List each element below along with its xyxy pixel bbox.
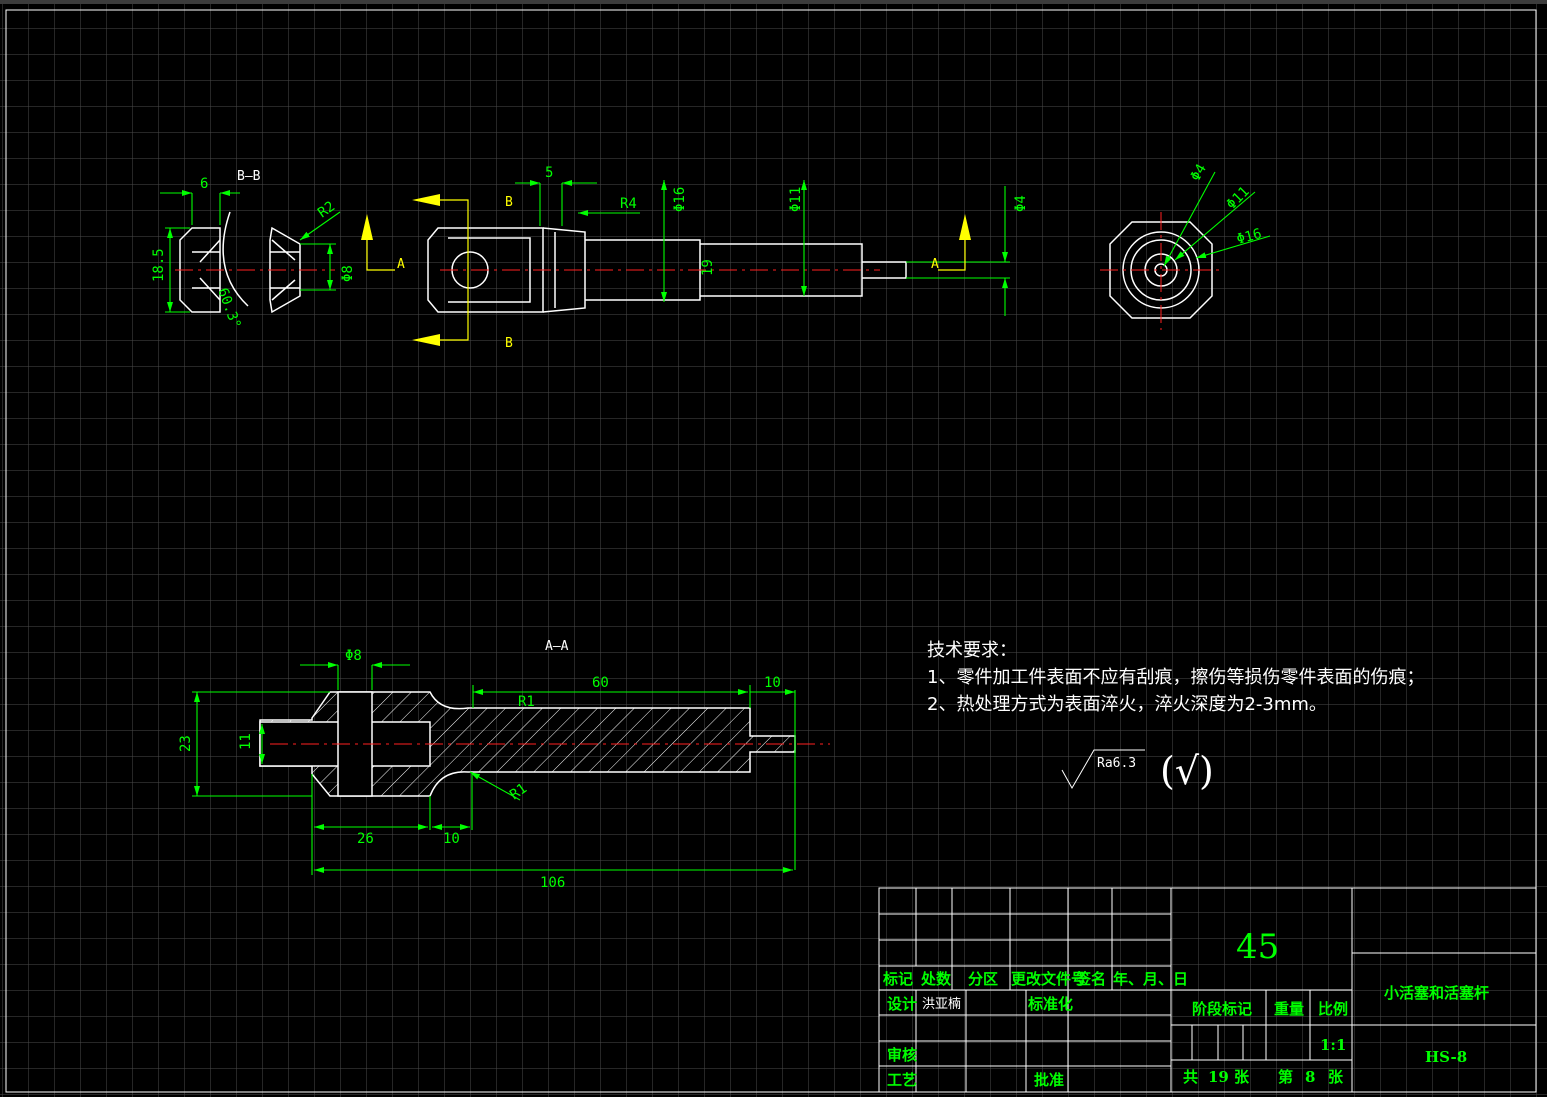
dim-aa-r1-bottom: R1 xyxy=(507,781,530,804)
label-standardization: 标准化 xyxy=(1027,995,1073,1013)
section-bb-label: B—B xyxy=(237,169,261,184)
drawing-number: HS-8 xyxy=(1425,1048,1467,1066)
label-scale: 比例 xyxy=(1318,1000,1348,1018)
dim-main-r4: R4 xyxy=(620,196,637,212)
roughness-other: (√) xyxy=(1160,749,1214,793)
section-aa-label: A—A xyxy=(545,639,569,654)
sheet-unit: 张 xyxy=(1328,1068,1344,1086)
dim-main-phi11: Φ11 xyxy=(788,187,804,212)
dim-aa-26: 26 xyxy=(357,831,374,847)
label-review: 审核 xyxy=(887,1046,917,1064)
roughness-value: Ra6.3 xyxy=(1097,756,1136,771)
dim-end-phi16: Φ16 xyxy=(1235,226,1264,248)
dim-bb-6: 6 xyxy=(200,176,208,192)
label-approve: 批准 xyxy=(1034,1071,1064,1089)
dim-bb-phi8: Φ8 xyxy=(340,265,356,282)
tech-requirement-2: 2、热处理方式为表面淬火，淬火深度为2-3mm。 xyxy=(927,694,1327,715)
dim-aa-10-bottom: 10 xyxy=(443,831,460,847)
dim-aa-106: 106 xyxy=(540,875,565,891)
dim-aa-11: 11 xyxy=(238,733,254,750)
header-signature: 签名 xyxy=(1075,970,1106,988)
cut-a-arrow-right xyxy=(959,214,971,240)
dim-aa-60: 60 xyxy=(592,675,609,691)
label-process: 工艺 xyxy=(887,1071,917,1089)
label-weight: 重量 xyxy=(1274,1000,1304,1018)
cut-b-arrow-top xyxy=(412,194,440,206)
end-view: Φ4 Φ11 Φ16 xyxy=(1100,161,1271,330)
sheet-border xyxy=(5,9,1537,1093)
part-name: 小活塞和活塞杆 xyxy=(1384,984,1489,1002)
header-change-doc: 更改文件号 xyxy=(1011,970,1086,988)
header-date: 年、月、日 xyxy=(1113,970,1188,988)
dim-bb-angle: 60.3° xyxy=(214,286,243,331)
dim-main-phi16: Φ16 xyxy=(672,187,688,212)
total-prefix: 共 xyxy=(1183,1068,1198,1086)
total-unit: 张 xyxy=(1234,1068,1250,1086)
dim-aa-phi8: Φ8 xyxy=(345,648,362,664)
dim-bb-r2: R2 xyxy=(315,199,338,222)
dim-main-19: 19 xyxy=(700,259,716,276)
dim-aa-r1-top: R1 xyxy=(518,694,535,710)
cut-a-arrow-left xyxy=(361,214,373,240)
sheet-prefix: 第 xyxy=(1278,1068,1293,1086)
dim-main-phi4: Φ4 xyxy=(1013,195,1029,212)
dim-aa-23: 23 xyxy=(178,735,194,752)
total-sheets: 19 xyxy=(1208,1068,1229,1086)
dim-end-phi4: Φ4 xyxy=(1188,161,1210,184)
surface-roughness-symbol: Ra6.3 (√) xyxy=(1061,749,1214,793)
section-aa-view: A—A Φ8 60 10 R1 R1 23 11 26 10 106 xyxy=(178,639,830,891)
tech-requirement-1: 1、零件加工件表面不应有刮痕，擦伤等损伤零件表面的伤痕； xyxy=(927,667,1425,688)
section-bb-view: 6 B—B 18.5 Φ8 R2 60.3° xyxy=(151,169,356,331)
cut-b-label-bottom: B xyxy=(505,336,513,351)
dim-end-phi11: Φ11 xyxy=(1224,184,1253,213)
main-front-view: 5 R4 Φ16 Φ11 19 Φ4 B B A A xyxy=(361,165,1029,351)
header-count: 处数 xyxy=(920,970,952,988)
header-zone: 分区 xyxy=(968,970,998,988)
label-design: 设计 xyxy=(887,995,917,1013)
tech-requirements-title: 技术要求： xyxy=(927,640,1017,661)
cut-a-left-line xyxy=(366,240,395,271)
designer-name: 洪亚楠 xyxy=(922,997,961,1012)
cut-a-label-right: A xyxy=(931,257,939,272)
dim-main-5: 5 xyxy=(545,165,553,181)
dim-bb-18-5: 18.5 xyxy=(151,248,167,282)
sheet-number: 8 xyxy=(1305,1068,1315,1086)
cut-a-label-left: A xyxy=(397,257,405,272)
cut-a-right-line xyxy=(938,240,966,271)
scale-value: 1:1 xyxy=(1320,1036,1346,1054)
header-mark: 标记 xyxy=(882,970,913,988)
drawing-sheet: 6 B—B 18.5 Φ8 R2 60.3° 5 R4 Φ16 Φ11 19 Φ… xyxy=(5,9,1537,1093)
material-value: 45 xyxy=(1236,927,1279,967)
dim-aa-10-top: 10 xyxy=(764,675,781,691)
label-stage-mark: 阶段标记 xyxy=(1192,1000,1252,1018)
title-block: 45 小活塞和活塞杆 HS-8 标记 处数 分区 更改文件号 签名 年、月、日 … xyxy=(878,887,1537,1093)
cut-b-label-top: B xyxy=(505,195,513,210)
cut-b-arrow-bottom xyxy=(412,334,440,346)
